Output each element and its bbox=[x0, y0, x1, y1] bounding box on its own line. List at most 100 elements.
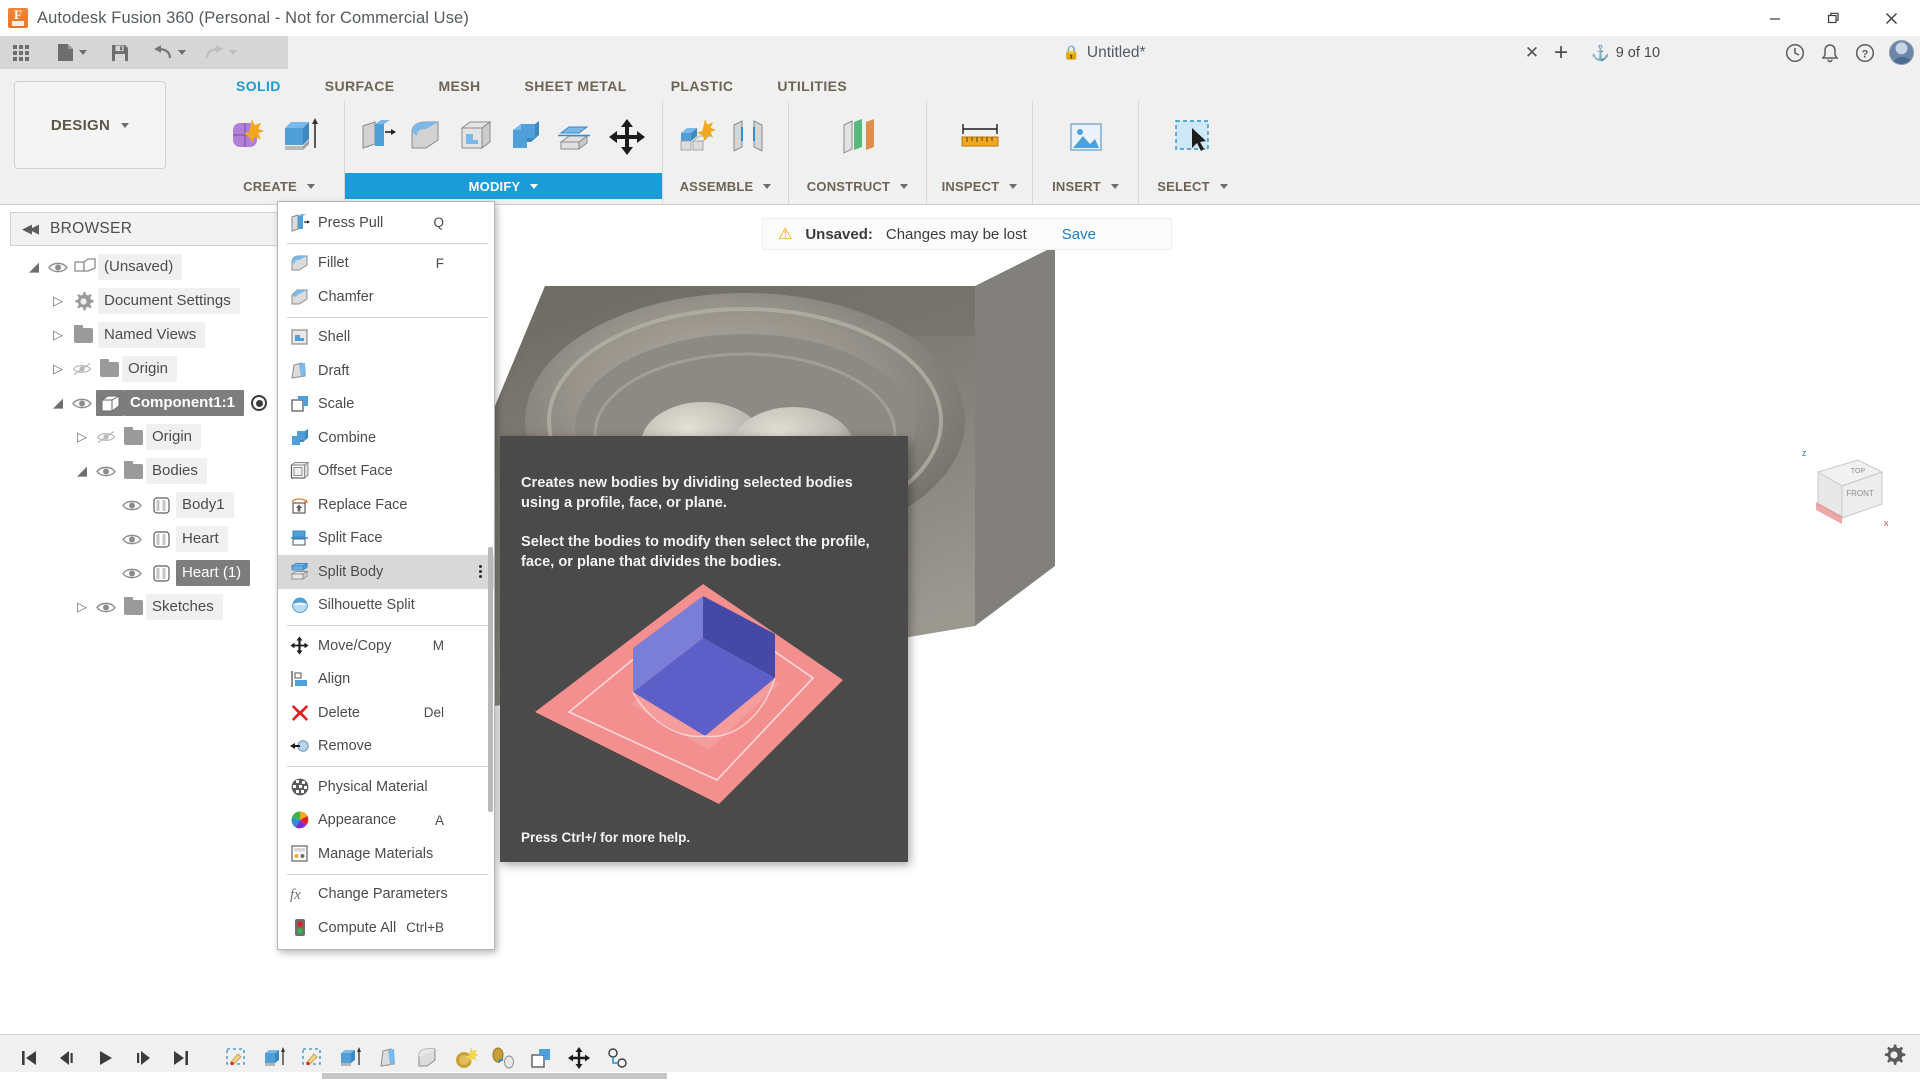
settings-gear-icon[interactable] bbox=[1882, 1043, 1906, 1072]
app-grid-icon[interactable] bbox=[0, 36, 42, 69]
tree-label: (Unsaved) bbox=[98, 254, 182, 280]
panel-label-assemble[interactable]: ASSEMBLE bbox=[663, 173, 788, 199]
insert-image-icon[interactable] bbox=[1060, 108, 1112, 166]
menu-item-shell[interactable]: Shell bbox=[278, 321, 494, 355]
menu-item-offset-face[interactable]: Offset Face bbox=[278, 455, 494, 489]
menu-separator bbox=[287, 243, 488, 244]
menu-item-fillet[interactable]: Fillet F bbox=[278, 247, 494, 281]
modify-dropdown-menu[interactable]: Press Pull Q Fillet F Chamfer Shell bbox=[277, 201, 495, 950]
bell-icon[interactable] bbox=[1815, 38, 1845, 68]
select-icon[interactable] bbox=[1167, 108, 1219, 166]
clock-icon[interactable] bbox=[1780, 38, 1810, 68]
panel-label-inspect[interactable]: INSPECT bbox=[927, 173, 1032, 199]
minimize-icon[interactable] bbox=[1746, 0, 1804, 36]
menu-item-appearance[interactable]: Appearance A bbox=[278, 804, 494, 838]
tree-label: Sketches bbox=[146, 594, 223, 620]
menu-overflow-icon[interactable] bbox=[479, 565, 482, 578]
shell-icon[interactable] bbox=[451, 108, 501, 166]
menu-scrollbar[interactable] bbox=[488, 547, 493, 812]
menu-item-replace-face[interactable]: Replace Face bbox=[278, 488, 494, 522]
menu-separator bbox=[287, 317, 488, 318]
visibility-eye-icon[interactable] bbox=[68, 397, 96, 410]
save-link[interactable]: Save bbox=[1062, 226, 1096, 243]
visibility-eye-icon[interactable] bbox=[118, 567, 146, 580]
extrude-icon[interactable] bbox=[273, 108, 325, 166]
view-cube[interactable]: TOP FRONT z x bbox=[1796, 446, 1892, 532]
scrollbar-thumb[interactable] bbox=[322, 1073, 667, 1079]
panel-label-insert[interactable]: INSERT bbox=[1033, 173, 1138, 199]
visibility-eye-icon[interactable] bbox=[92, 465, 120, 478]
redo-icon[interactable] bbox=[197, 36, 244, 69]
menu-item-compute-all[interactable]: Compute All Ctrl+B bbox=[278, 911, 494, 945]
menu-item-align[interactable]: Align bbox=[278, 663, 494, 697]
twisty-open-icon[interactable]: ◢ bbox=[24, 259, 44, 275]
active-document-tab[interactable]: 🔒 Untitled* bbox=[1062, 44, 1145, 62]
visibility-eye-icon[interactable] bbox=[118, 499, 146, 512]
menu-item-scale[interactable]: Scale bbox=[278, 388, 494, 422]
menu-shortcut: F bbox=[436, 256, 444, 271]
offset-plane-icon[interactable] bbox=[832, 108, 884, 166]
remove-icon bbox=[287, 738, 312, 754]
visibility-eye-icon[interactable] bbox=[92, 601, 120, 614]
joint-icon[interactable] bbox=[722, 108, 774, 166]
close-icon[interactable] bbox=[1862, 0, 1920, 36]
menu-item-combine[interactable]: Combine bbox=[278, 421, 494, 455]
menu-item-delete[interactable]: Delete Del bbox=[278, 696, 494, 730]
panel-label-construct[interactable]: CONSTRUCT bbox=[789, 173, 926, 199]
tab-utilities[interactable]: UTILITIES bbox=[755, 75, 869, 99]
menu-item-chamfer[interactable]: Chamfer bbox=[278, 280, 494, 314]
menu-item-press-pull[interactable]: Press Pull Q bbox=[278, 206, 494, 240]
twisty-closed-icon[interactable]: ▷ bbox=[72, 599, 92, 615]
view-cube-x-axis: x bbox=[1884, 518, 1889, 528]
combine-icon[interactable] bbox=[501, 108, 551, 166]
undo-icon[interactable] bbox=[146, 36, 193, 69]
menu-item-change-parameters[interactable]: fx Change Parameters bbox=[278, 878, 494, 912]
job-status-indicator[interactable]: ⚓ 9 of 10 bbox=[1591, 36, 1660, 69]
body-icon bbox=[146, 530, 176, 549]
panel-label-create[interactable]: CREATE bbox=[214, 173, 344, 199]
new-component-icon[interactable] bbox=[670, 108, 722, 166]
visibility-hidden-icon[interactable] bbox=[92, 430, 120, 444]
tab-solid[interactable]: SOLID bbox=[214, 75, 303, 99]
twisty-closed-icon[interactable]: ▷ bbox=[72, 429, 92, 445]
tab-surface[interactable]: SURFACE bbox=[303, 75, 417, 99]
panel-label-select[interactable]: SELECT bbox=[1139, 173, 1246, 199]
menu-item-split-body[interactable]: Split Body bbox=[278, 555, 494, 589]
new-tab-icon[interactable]: + bbox=[1550, 40, 1572, 65]
save-icon[interactable] bbox=[104, 36, 136, 69]
activate-component-radio[interactable] bbox=[251, 395, 267, 411]
horizontal-scrollbar[interactable] bbox=[0, 1072, 1920, 1080]
split-body-icon[interactable] bbox=[550, 108, 600, 166]
twisty-closed-icon[interactable]: ▷ bbox=[48, 293, 68, 309]
menu-item-remove[interactable]: Remove bbox=[278, 730, 494, 764]
restore-icon[interactable] bbox=[1804, 0, 1862, 36]
create-sketch-icon[interactable] bbox=[221, 108, 273, 166]
panel-label-modify[interactable]: MODIFY bbox=[345, 173, 662, 199]
visibility-eye-icon[interactable] bbox=[44, 261, 72, 274]
tab-sheet-metal[interactable]: SHEET METAL bbox=[503, 75, 649, 99]
menu-item-manage-materials[interactable]: Manage Materials bbox=[278, 837, 494, 871]
user-avatar[interactable] bbox=[1889, 40, 1914, 65]
measure-icon[interactable] bbox=[954, 108, 1006, 166]
menu-item-move-copy[interactable]: Move/Copy M bbox=[278, 629, 494, 663]
workspace-switcher-button[interactable]: DESIGN bbox=[14, 81, 166, 169]
twisty-closed-icon[interactable]: ▷ bbox=[48, 361, 68, 377]
tab-plastic[interactable]: PLASTIC bbox=[649, 75, 756, 99]
menu-item-silhouette-split[interactable]: Silhouette Split bbox=[278, 589, 494, 623]
new-document-icon[interactable] bbox=[50, 36, 94, 69]
twisty-open-icon[interactable]: ◢ bbox=[72, 463, 92, 479]
twisty-open-icon[interactable]: ◢ bbox=[48, 395, 68, 411]
menu-item-draft[interactable]: Draft bbox=[278, 354, 494, 388]
twisty-closed-icon[interactable]: ▷ bbox=[48, 327, 68, 343]
tab-mesh[interactable]: MESH bbox=[416, 75, 502, 99]
menu-item-split-face[interactable]: Split Face bbox=[278, 522, 494, 556]
move-copy-icon[interactable] bbox=[600, 108, 655, 166]
collapse-left-icon[interactable]: ◀◀ bbox=[22, 221, 36, 237]
menu-item-physical-material[interactable]: Physical Material bbox=[278, 770, 494, 804]
help-icon[interactable]: ? bbox=[1850, 38, 1880, 68]
fillet-icon[interactable] bbox=[402, 108, 452, 166]
press-pull-icon[interactable] bbox=[352, 108, 402, 166]
visibility-hidden-icon[interactable] bbox=[68, 362, 96, 376]
close-document-icon[interactable]: ✕ bbox=[1524, 45, 1540, 60]
visibility-eye-icon[interactable] bbox=[118, 533, 146, 546]
